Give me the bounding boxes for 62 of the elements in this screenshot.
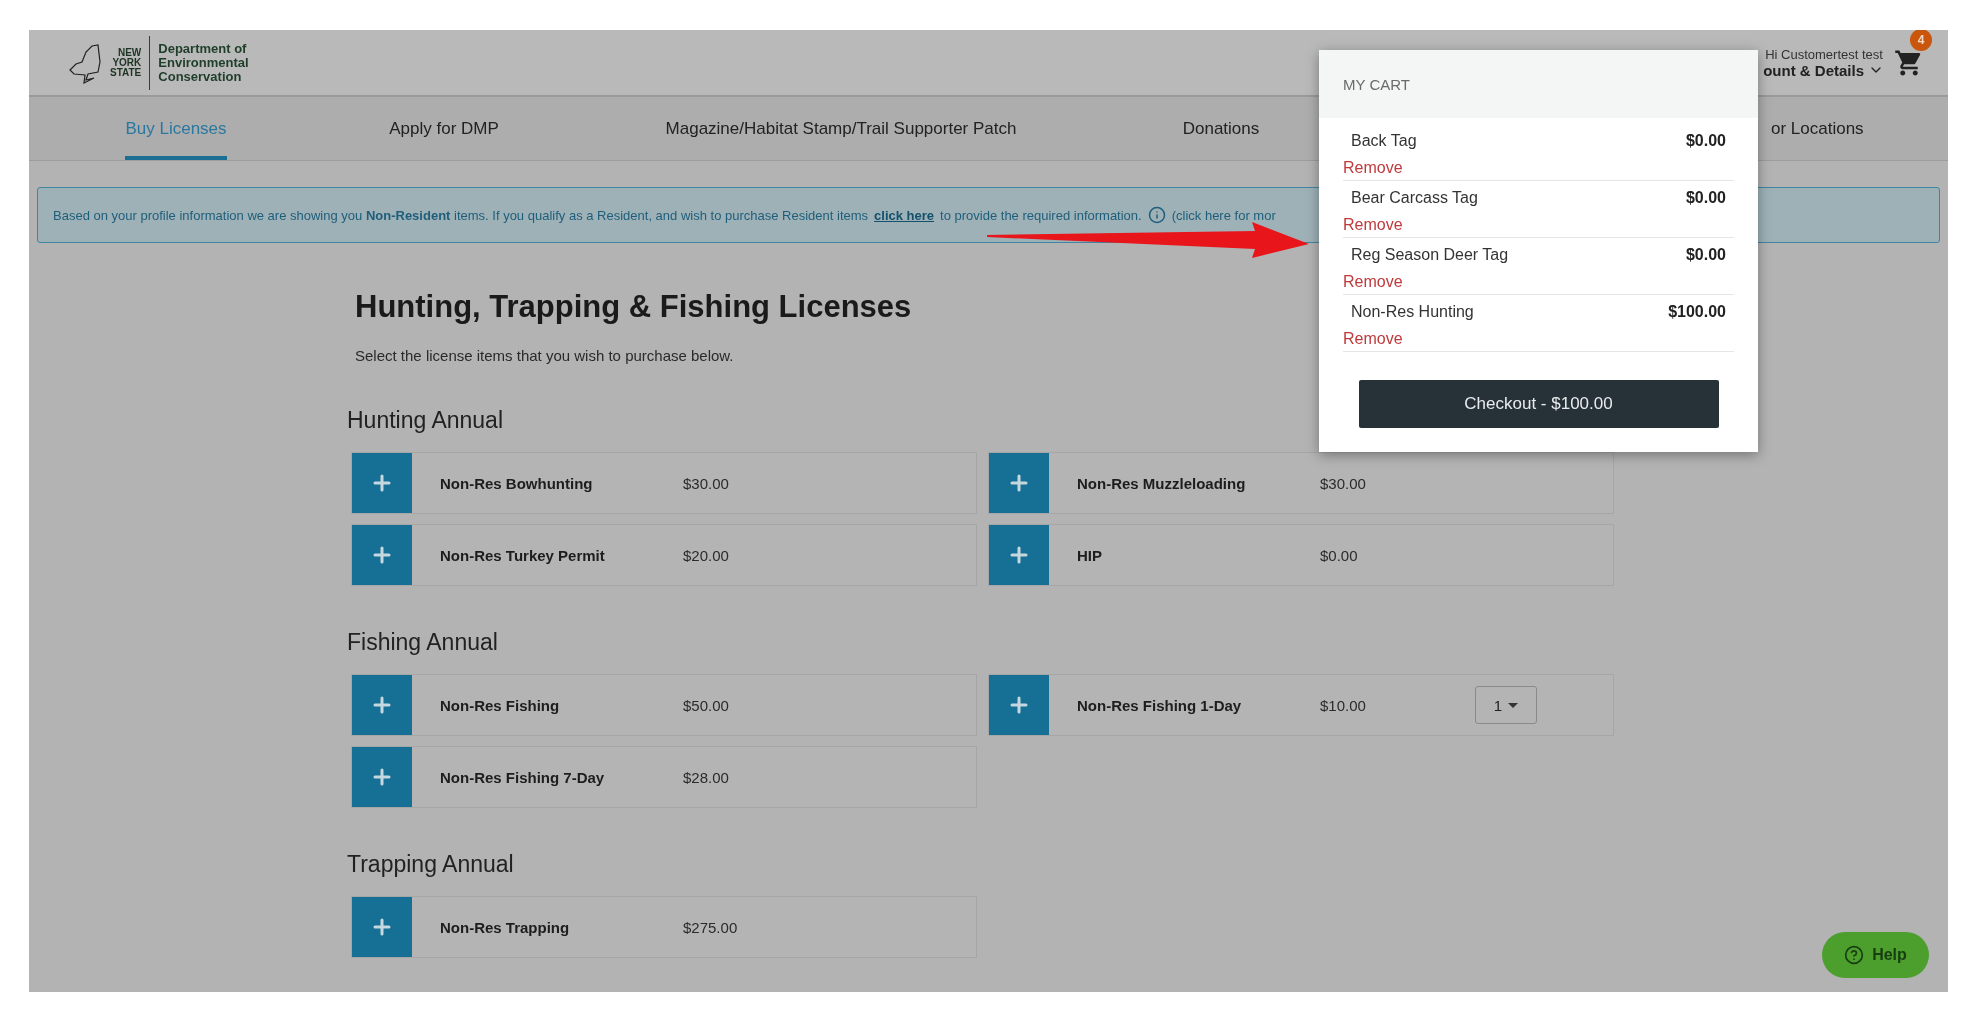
add-button[interactable] bbox=[352, 675, 412, 735]
license-name: Non-Res Turkey Permit bbox=[440, 546, 606, 564]
cart-title: MY CART bbox=[1343, 75, 1410, 93]
cart-count-badge: 4 bbox=[1910, 30, 1932, 51]
nav-tab[interactable]: or Locations bbox=[1771, 97, 1864, 160]
license-price: $28.00 bbox=[683, 768, 730, 786]
help-button[interactable]: Help bbox=[1822, 932, 1929, 978]
license-price: $30.00 bbox=[683, 474, 730, 492]
remove-link[interactable]: Remove bbox=[1343, 216, 1403, 234]
cart-item-name: Reg Season Deer Tag bbox=[1351, 246, 1509, 264]
cart-item-price: $0.00 bbox=[1685, 132, 1726, 150]
notice-text: Based on your profile information we are showing you Non-Resident items. If you qualify as a Resident, and wish to purchase Resident items bbox=[53, 207, 869, 223]
remove-link[interactable]: Remove bbox=[1343, 159, 1403, 177]
license-price: $275.00 bbox=[683, 918, 739, 936]
license-price: $0.00 bbox=[1320, 546, 1359, 564]
account-menu[interactable]: ount & Details bbox=[1739, 61, 1884, 79]
add-button[interactable] bbox=[989, 675, 1049, 735]
cart-item-price: $0.00 bbox=[1685, 189, 1726, 207]
license-price: $20.00 bbox=[683, 546, 730, 564]
cart-item-price: $100.00 bbox=[1668, 303, 1726, 321]
quantity-select[interactable]: 1 bbox=[1475, 686, 1537, 724]
more-info-text: (click here for mor bbox=[1171, 207, 1276, 223]
license-name: Non-Res Trapping bbox=[440, 918, 571, 936]
add-button[interactable] bbox=[352, 453, 412, 513]
license-name: Non-Res Fishing 7-Day bbox=[440, 768, 606, 786]
add-button[interactable] bbox=[352, 525, 412, 585]
info-icon[interactable] bbox=[1147, 206, 1166, 224]
license-price: $10.00 bbox=[1320, 696, 1367, 714]
add-button[interactable] bbox=[989, 525, 1049, 585]
license-name: Non-Res Fishing bbox=[440, 696, 561, 714]
state-map-icon bbox=[68, 41, 102, 84]
add-button[interactable] bbox=[352, 897, 412, 957]
license-name: Non-Res Fishing 1-Day bbox=[1077, 696, 1243, 714]
add-button[interactable] bbox=[989, 453, 1049, 513]
logo-org-text: Department of Environmental Conservation bbox=[158, 41, 249, 84]
greeting-text: Hi Customertest test bbox=[1765, 46, 1883, 62]
logo-state-text: NEW YORK STATE bbox=[110, 47, 142, 78]
license-price: $30.00 bbox=[1320, 474, 1367, 492]
nav-tab[interactable]: Apply for DMP bbox=[389, 97, 499, 160]
page-subtitle: Select the license items that you wish to purchase below. bbox=[355, 347, 734, 364]
license-name: Non-Res Bowhunting bbox=[440, 474, 594, 492]
caret-icon bbox=[1508, 702, 1519, 708]
remove-link[interactable]: Remove bbox=[1343, 330, 1403, 348]
section-heading: Trapping Annual bbox=[347, 851, 514, 878]
remove-link[interactable]: Remove bbox=[1343, 273, 1403, 291]
page-title: Hunting, Trapping & Fishing Licenses bbox=[355, 289, 912, 325]
section-heading: Fishing Annual bbox=[347, 629, 498, 656]
nav-tab[interactable]: Donations bbox=[1182, 97, 1260, 160]
notice-text: to provide the required information. bbox=[940, 207, 1142, 223]
section-heading: Hunting Annual bbox=[347, 407, 503, 434]
click-here-link[interactable]: click here bbox=[874, 207, 935, 223]
help-icon bbox=[1844, 945, 1865, 965]
add-button[interactable] bbox=[352, 747, 412, 807]
nav-tab[interactable]: Magazine/Habitat Stamp/Trail Supporter Patch bbox=[665, 97, 1017, 160]
license-name: HIP bbox=[1077, 546, 1103, 564]
cart-item-name: Bear Carcass Tag bbox=[1351, 189, 1478, 207]
cart-item-name: Non-Res Hunting bbox=[1351, 303, 1474, 321]
checkout-button[interactable]: Checkout - $100.00 bbox=[1358, 380, 1719, 428]
cart-item-price: $0.00 bbox=[1685, 246, 1726, 264]
cart-item-name: Back Tag bbox=[1351, 132, 1417, 150]
license-price: $50.00 bbox=[683, 696, 730, 714]
license-name: Non-Res Muzzleloading bbox=[1077, 474, 1247, 492]
